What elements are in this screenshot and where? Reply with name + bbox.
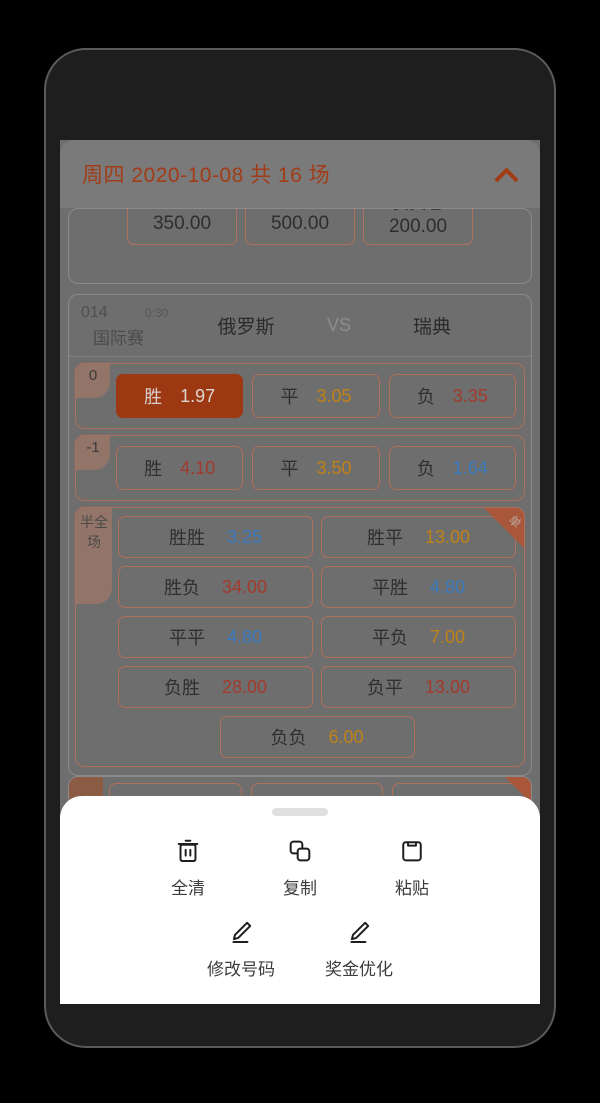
drag-handle[interactable] (272, 808, 328, 816)
odd-value: 4.10 (180, 457, 216, 478)
date-header-bar[interactable]: 周四 2020-10-08 共 16 场 (60, 140, 540, 208)
hf-cell[interactable]: 胜胜 3.25 (118, 516, 313, 558)
odd-cell-win[interactable]: 胜 1.97 (116, 374, 244, 418)
hf-label: 负负 (270, 728, 307, 748)
odd-label: 胜 (144, 387, 163, 407)
odd-cell-lose[interactable]: 负 1.64 (388, 446, 516, 490)
odd-value: 1.97 (180, 385, 216, 406)
hf-value: 13.00 (424, 526, 471, 547)
score-cell[interactable]: 2:5 500.00 (245, 209, 355, 245)
partial-score-card: 1:5 350.00 2:5 500.00 负其它 200.00 (68, 208, 532, 284)
action-copy[interactable]: 复制 (244, 832, 356, 905)
action-label: 修改号码 (207, 960, 275, 979)
action-paste[interactable]: 粘贴 (356, 832, 468, 905)
hf-value: 28.00 (221, 676, 268, 697)
hf-label: 平平 (168, 628, 205, 648)
copy-icon (285, 836, 315, 866)
score-label: 2:5 (288, 209, 312, 211)
hf-value: 7.00 (429, 626, 466, 647)
score-cell[interactable]: 1:5 350.00 (127, 209, 237, 245)
action-label: 全清 (171, 879, 205, 898)
hf-label: 胜胜 (168, 528, 205, 548)
action-row-primary: 全清 复制 粘贴 (60, 832, 540, 905)
app-screen: 周四 2020-10-08 共 16 场 1:5 350.00 2:5 500.… (60, 140, 540, 1004)
hf-label: 平胜 (371, 578, 408, 598)
odd-value: 1.64 (452, 457, 488, 478)
away-team-name: 瑞典 (412, 317, 451, 338)
match-card: 014 0:30 国际赛 俄罗斯 VS 瑞典 0 胜 1.97 平 3.05 负… (68, 294, 532, 776)
odd-label: 平 (280, 387, 299, 407)
odd-label: 负 (416, 459, 435, 479)
half-full-time-badge: 半全场 (76, 508, 112, 604)
action-clear-all[interactable]: 全清 (132, 832, 244, 905)
hf-cell[interactable]: 胜负 34.00 (118, 566, 313, 608)
hf-cell[interactable]: 负胜 28.00 (118, 666, 313, 708)
hf-label: 负胜 (163, 678, 200, 698)
half-full-time-grid: 胜胜 3.25 胜平 13.00 胜负 34.00 平胜 4.80 平平 4.8… (118, 516, 516, 758)
score-value: 350.00 (152, 213, 212, 234)
clipboard-icon (397, 836, 427, 866)
half-full-time-section: 半全场 单 胜胜 3.25 胜平 13.00 胜负 34.00 平胜 4.80 … (75, 507, 525, 767)
odd-cell-lose[interactable]: 负 3.35 (388, 374, 516, 418)
score-cell[interactable]: 负其它 200.00 (363, 209, 473, 245)
match-time: 0:30 (145, 305, 169, 320)
hf-cell[interactable]: 平胜 4.80 (321, 566, 516, 608)
pencil-icon (344, 917, 374, 947)
odd-value: 3.05 (316, 385, 352, 406)
score-label: 负其它 (393, 209, 444, 214)
hf-label: 胜平 (366, 528, 403, 548)
odd-label: 胜 (144, 459, 163, 479)
hf-label: 平负 (371, 628, 408, 648)
action-label: 奖金优化 (325, 960, 393, 979)
action-bottom-sheet: 全清 复制 粘贴 修改号码 奖金优化 (60, 796, 540, 1004)
score-value: 500.00 (270, 213, 330, 234)
odd-value: 3.35 (452, 385, 488, 406)
action-label: 粘贴 (395, 879, 429, 898)
chevron-up-icon[interactable] (496, 163, 518, 185)
score-label: 1:5 (170, 209, 194, 211)
hf-cell[interactable]: 负平 13.00 (321, 666, 516, 708)
odd-cell-win[interactable]: 胜 4.10 (116, 446, 244, 490)
match-header[interactable]: 014 0:30 国际赛 俄罗斯 VS 瑞典 (69, 295, 531, 357)
pencil-icon (226, 917, 256, 947)
trash-icon (173, 836, 203, 866)
score-value: 200.00 (388, 215, 448, 237)
hf-value: 13.00 (424, 676, 471, 697)
hf-value: 34.00 (221, 576, 268, 597)
match-meta: 014 0:30 国际赛 (75, 302, 193, 350)
hf-value: 3.25 (226, 526, 263, 547)
vs-label: VS (326, 315, 351, 335)
odd-label: 平 (280, 459, 299, 479)
match-league: 国际赛 (93, 328, 144, 348)
odd-label: 负 (416, 387, 435, 407)
handicap-badge: -1 (76, 436, 110, 470)
odd-value: 3.50 (316, 457, 352, 478)
action-prize-optimize[interactable]: 奖金优化 (300, 913, 418, 986)
odd-cell-draw[interactable]: 平 3.05 (252, 374, 380, 418)
match-number: 014 (81, 303, 108, 321)
action-label: 复制 (283, 879, 317, 898)
handicap-badge: 0 (76, 364, 110, 398)
home-team-name: 俄罗斯 (217, 317, 275, 338)
hf-value: 6.00 (328, 726, 364, 747)
hf-cell[interactable]: 平负 7.00 (321, 616, 516, 658)
hf-cell[interactable]: 平平 4.80 (118, 616, 313, 658)
action-edit-numbers[interactable]: 修改号码 (182, 913, 300, 986)
odds-row: 0 胜 1.97 平 3.05 负 3.35 (75, 363, 525, 429)
odds-row: -1 胜 4.10 平 3.50 负 1.64 (75, 435, 525, 501)
hf-label: 胜负 (163, 578, 200, 598)
hf-cell[interactable]: 负负 6.00 (219, 716, 415, 758)
odd-cell-draw[interactable]: 平 3.50 (252, 446, 380, 490)
page-title: 周四 2020-10-08 共 16 场 (82, 164, 331, 187)
hf-label: 负平 (366, 678, 403, 698)
hf-value: 4.80 (226, 626, 263, 647)
action-row-secondary: 修改号码 奖金优化 (60, 913, 540, 986)
hf-value: 4.80 (429, 576, 466, 597)
